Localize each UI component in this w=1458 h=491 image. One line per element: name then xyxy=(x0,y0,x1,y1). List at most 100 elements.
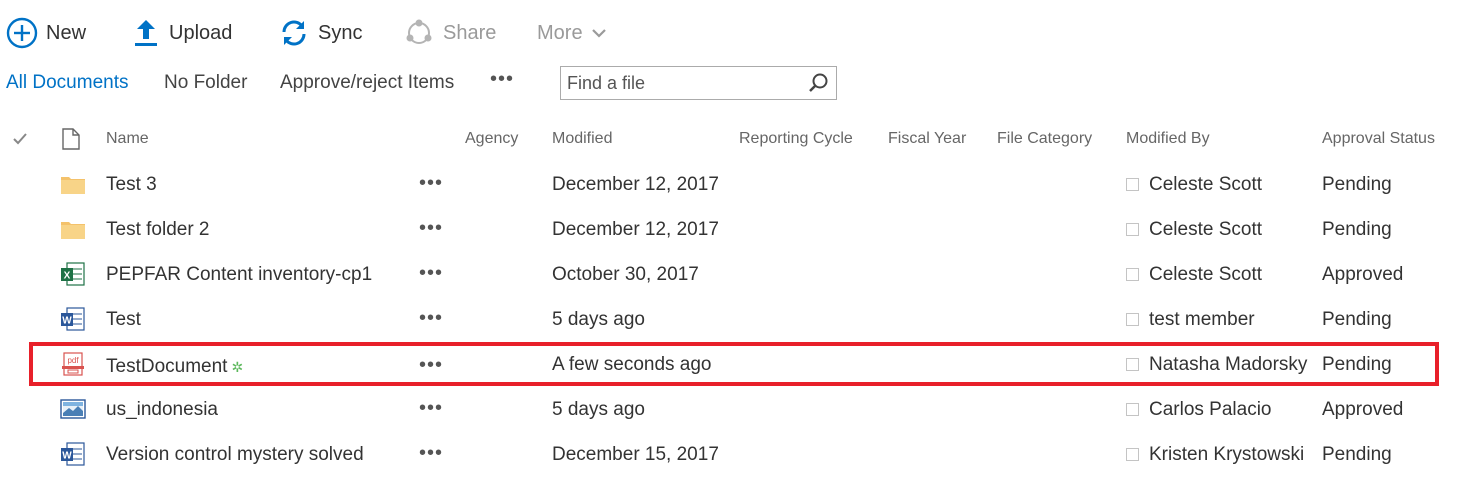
approval-status: Pending xyxy=(1322,309,1392,330)
modified-by: Celeste Scott xyxy=(1126,174,1262,196)
presence-indicator xyxy=(1126,178,1139,191)
svg-text:X: X xyxy=(64,271,71,282)
modified-date: December 12, 2017 xyxy=(552,219,719,240)
new-item-icon: ✲ xyxy=(231,359,244,375)
modified-date: December 15, 2017 xyxy=(552,444,719,465)
table-row[interactable]: Test folder 2 ••• December 12, 2017 Cele… xyxy=(0,207,1458,252)
view-no-folder[interactable]: No Folder xyxy=(164,72,247,94)
image-file-icon xyxy=(60,396,86,422)
view-all-documents[interactable]: All Documents xyxy=(6,72,129,94)
modified-date: 5 days ago xyxy=(552,399,645,420)
item-menu-button[interactable]: ••• xyxy=(419,307,443,330)
share-icon xyxy=(404,18,434,48)
column-header-fiscal-year[interactable]: Fiscal Year xyxy=(888,130,966,148)
modified-by-name[interactable]: Kristen Krystowski xyxy=(1149,444,1304,465)
file-name-link[interactable]: Version control mystery solved xyxy=(106,444,364,466)
svg-text:pdf: pdf xyxy=(67,356,79,365)
modified-by-name[interactable]: test member xyxy=(1149,309,1255,330)
file-name-text: TestDocument xyxy=(106,356,228,377)
share-label: Share xyxy=(443,21,497,44)
presence-indicator xyxy=(1126,448,1139,461)
file-name-link[interactable]: Test xyxy=(106,309,141,331)
column-header-modified[interactable]: Modified xyxy=(552,130,612,148)
approval-status: Pending xyxy=(1322,444,1392,465)
word-file-icon: W xyxy=(60,441,86,467)
presence-indicator xyxy=(1126,223,1139,236)
item-menu-button[interactable]: ••• xyxy=(419,172,443,195)
more-label: More xyxy=(537,21,583,44)
modified-by: test member xyxy=(1126,309,1255,331)
presence-indicator xyxy=(1126,403,1139,416)
modified-by: Carlos Palacio xyxy=(1126,399,1272,421)
item-menu-button[interactable]: ••• xyxy=(419,442,443,465)
view-approve-reject[interactable]: Approve/reject Items xyxy=(280,72,454,94)
presence-indicator xyxy=(1126,358,1139,371)
table-row[interactable]: W Version control mystery solved ••• Dec… xyxy=(0,432,1458,477)
modified-by: Natasha Madorsky xyxy=(1126,354,1307,376)
upload-label: Upload xyxy=(169,21,233,44)
view-selector: All Documents No Folder Approve/reject I… xyxy=(0,66,1458,102)
modified-date: A few seconds ago xyxy=(552,354,712,375)
search-icon[interactable] xyxy=(808,72,830,94)
approval-status: Pending xyxy=(1322,174,1392,195)
presence-indicator xyxy=(1126,313,1139,326)
sync-label: Sync xyxy=(318,21,363,44)
table-row[interactable]: pdf TestDocument ✲ ••• A few seconds ago … xyxy=(0,342,1458,387)
more-views-button[interactable]: ••• xyxy=(490,68,514,91)
table-row[interactable]: X PEPFAR Content inventory-cp1 ••• Octob… xyxy=(0,252,1458,297)
column-header-file-category[interactable]: File Category xyxy=(997,130,1092,148)
column-header-approval-status[interactable]: Approval Status xyxy=(1322,130,1435,148)
modified-by-name[interactable]: Celeste Scott xyxy=(1149,264,1262,285)
item-menu-button[interactable]: ••• xyxy=(419,262,443,285)
excel-file-icon: X xyxy=(60,261,86,287)
search-input[interactable] xyxy=(567,71,797,95)
file-name-link[interactable]: PEPFAR Content inventory-cp1 xyxy=(106,264,372,286)
pdf-file-icon: pdf xyxy=(60,351,86,377)
item-menu-button[interactable]: ••• xyxy=(419,217,443,240)
more-button[interactable]: More xyxy=(537,14,607,52)
modified-by: Kristen Krystowski xyxy=(1126,444,1304,466)
new-label: New xyxy=(46,21,87,44)
select-all-checkmark-icon[interactable] xyxy=(12,132,28,151)
modified-by-name[interactable]: Carlos Palacio xyxy=(1149,399,1272,420)
column-header-reporting-cycle[interactable]: Reporting Cycle xyxy=(739,130,853,148)
search-box xyxy=(560,66,837,100)
presence-indicator xyxy=(1126,268,1139,281)
sync-icon xyxy=(280,19,308,47)
column-header-agency[interactable]: Agency xyxy=(465,130,518,148)
item-menu-button[interactable]: ••• xyxy=(419,354,443,377)
list-header: Name Agency Modified Reporting Cycle Fis… xyxy=(0,120,1458,162)
add-circle-icon xyxy=(6,17,38,49)
word-file-icon: W xyxy=(60,306,86,332)
item-menu-button[interactable]: ••• xyxy=(419,397,443,420)
approval-status: Approved xyxy=(1322,264,1404,285)
document-type-icon[interactable] xyxy=(62,128,80,155)
modified-date: December 12, 2017 xyxy=(552,174,719,195)
modified-by-name[interactable]: Celeste Scott xyxy=(1149,174,1262,195)
folder-icon xyxy=(60,216,86,242)
table-row[interactable]: Test 3 ••• December 12, 2017 Celeste Sco… xyxy=(0,162,1458,207)
chevron-down-icon xyxy=(591,27,607,39)
file-name-link[interactable]: Test folder 2 xyxy=(106,219,210,241)
modified-by-name[interactable]: Celeste Scott xyxy=(1149,219,1262,240)
modified-by: Celeste Scott xyxy=(1126,219,1262,241)
share-button[interactable]: Share xyxy=(404,14,496,52)
table-row[interactable]: W Test ••• 5 days ago test member Pendin… xyxy=(0,297,1458,342)
upload-button[interactable]: Upload xyxy=(134,14,232,52)
upload-icon xyxy=(134,18,158,48)
file-name-link[interactable]: TestDocument ✲ xyxy=(106,356,243,378)
new-button[interactable]: New xyxy=(6,14,86,52)
svg-text:W: W xyxy=(62,451,72,462)
modified-date: 5 days ago xyxy=(552,309,645,330)
file-name-link[interactable]: Test 3 xyxy=(106,174,157,196)
command-bar: New Upload Sync Share More xyxy=(0,0,1458,66)
modified-by-name[interactable]: Natasha Madorsky xyxy=(1149,354,1307,375)
sync-button[interactable]: Sync xyxy=(280,14,362,52)
column-header-name[interactable]: Name xyxy=(106,130,149,148)
approval-status: Approved xyxy=(1322,399,1404,420)
table-row[interactable]: us_indonesia ••• 5 days ago Carlos Palac… xyxy=(0,387,1458,432)
file-name-link[interactable]: us_indonesia xyxy=(106,399,218,421)
folder-icon xyxy=(60,171,86,197)
approval-status: Pending xyxy=(1322,219,1392,240)
column-header-modified-by[interactable]: Modified By xyxy=(1126,130,1210,148)
